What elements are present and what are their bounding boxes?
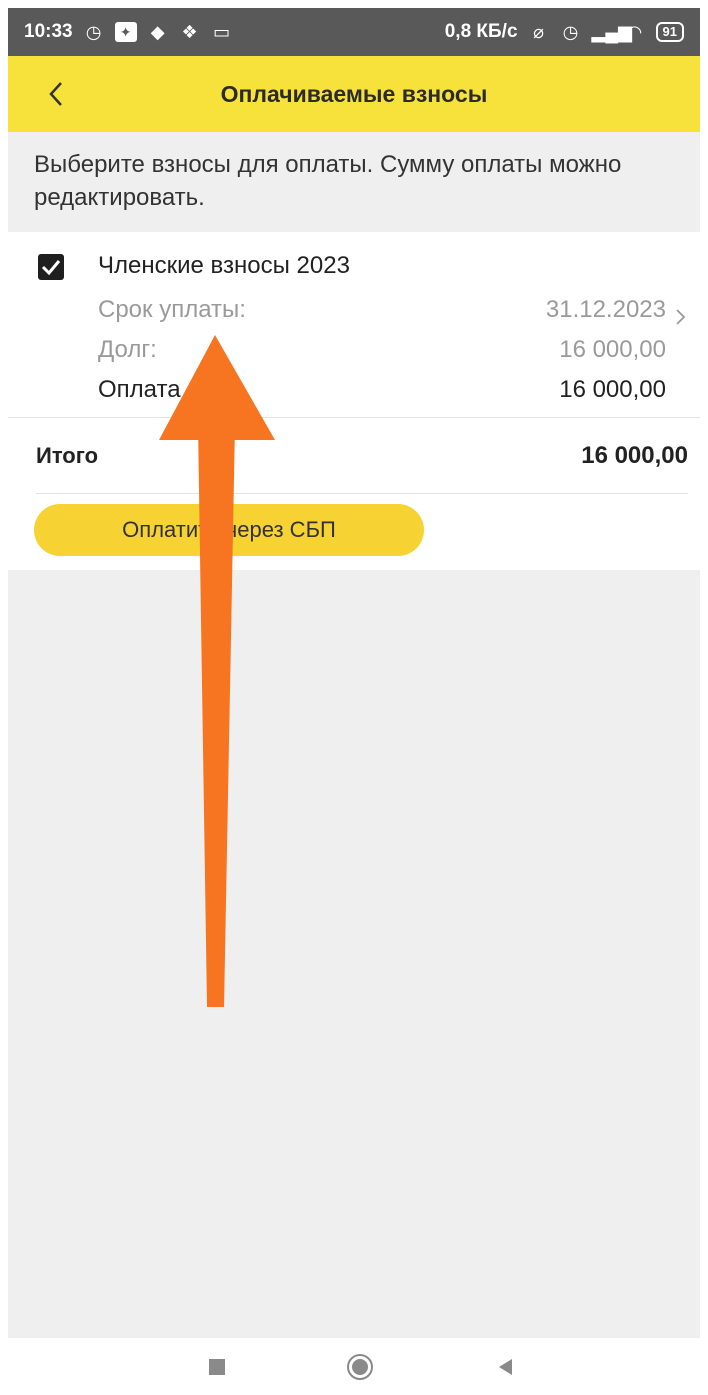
battery-icon: 91 [655, 22, 684, 42]
payment-label: Оплата [98, 376, 181, 403]
item-details-button[interactable] [674, 304, 700, 340]
laptop-icon: ▭ [213, 22, 231, 42]
checkmark-icon [41, 260, 61, 276]
phone-screen: 10:33 ◷ ✦ ◆ ❖ ▭ 0,8 КБ/с ⌀ ◷ ▂▄▆ ◠ 91 Оп… [8, 8, 700, 1338]
vpn-icon: ◆ [150, 22, 165, 42]
total-row: Итого 16 000,00 [8, 418, 700, 494]
alarm-clock-icon: ◷ [562, 22, 579, 42]
recent-apps-icon [209, 1359, 225, 1375]
no-ring-icon: ⌀ [533, 22, 544, 42]
chevron-left-icon [49, 82, 62, 106]
back-button[interactable] [36, 74, 76, 114]
debt-value: 16 000,00 [559, 336, 666, 363]
total-value: 16 000,00 [581, 442, 688, 469]
app-icon: ✦ [114, 22, 137, 42]
pay-sbp-button[interactable]: Оплатить через СБП [34, 504, 424, 556]
payment-row[interactable]: Оплата 16 000,00 [98, 376, 666, 404]
instruction-text: Выберите взносы для оплаты. Сумму оплаты… [8, 132, 700, 232]
page-title: Оплачиваемые взносы [220, 80, 488, 107]
back-nav-button[interactable] [490, 1352, 520, 1382]
status-time: 10:33 [24, 21, 73, 42]
payment-value[interactable]: 16 000,00 [559, 376, 666, 404]
due-date-label: Срок уплаты: [98, 296, 246, 323]
debt-row: Долг: 16 000,00 [98, 336, 666, 364]
status-bar: 10:33 ◷ ✦ ◆ ❖ ▭ 0,8 КБ/с ⌀ ◷ ▂▄▆ ◠ 91 [8, 8, 700, 56]
colorful-app-icon: ❖ [181, 22, 198, 42]
wifi-icon: ◠ [626, 22, 643, 42]
home-button[interactable] [345, 1352, 375, 1382]
back-icon [499, 1359, 512, 1375]
list-item[interactable]: Членские взносы 2023 Срок уплаты: 31.12.… [8, 232, 700, 418]
home-icon [347, 1354, 373, 1380]
network-speed: 0,8 КБ/с [444, 21, 518, 42]
due-date-row: Срок уплаты: 31.12.2023 [98, 296, 666, 324]
pay-area: Оплатить через СБП [8, 494, 700, 570]
item-title: Членские взносы 2023 [98, 252, 350, 279]
total-label: Итого [36, 443, 99, 468]
alarm-icon: ◷ [85, 22, 102, 42]
signal-icon: ▂▄▆ [591, 22, 632, 42]
debt-label: Долг: [98, 336, 157, 363]
due-date-value: 31.12.2023 [545, 296, 666, 323]
payment-card: Членские взносы 2023 Срок уплаты: 31.12.… [8, 232, 700, 570]
system-nav-bar [0, 1338, 708, 1395]
app-bar: Оплачиваемые взносы [8, 56, 700, 132]
chevron-right-icon [676, 309, 686, 325]
item-checkbox[interactable] [38, 254, 64, 280]
recent-apps-button[interactable] [202, 1352, 232, 1382]
status-bar-left: 10:33 ◷ ✦ ◆ ❖ ▭ [24, 21, 233, 43]
status-bar-right: 0,8 КБ/с ⌀ ◷ ▂▄▆ ◠ 91 [445, 21, 684, 43]
